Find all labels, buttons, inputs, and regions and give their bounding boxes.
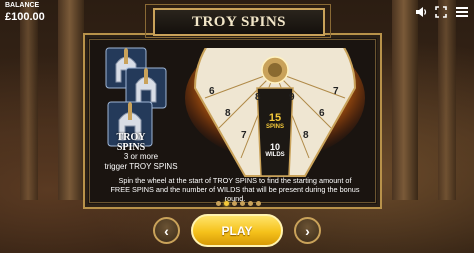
wilds-value: 10 [269,142,280,152]
title-bar: TROY SPINS [153,8,325,36]
wheel-segment-label: 6 [319,108,325,119]
pagination-dot-active[interactable] [224,201,229,206]
wheel-segment-label: 8 [225,108,231,119]
balance-value: £100.00 [5,11,45,23]
next-page-button[interactable]: › [294,217,321,244]
wheel-segment-label: 7 [333,86,339,97]
pagination-dot[interactable] [248,201,253,206]
speaker-icon[interactable] [414,5,428,19]
wheel-segment-label: 6 [209,86,215,97]
background-pillar [392,0,418,200]
spins-unit: SPINS [265,124,284,130]
balance-label: BALANCE [5,2,40,9]
spins-indicator: 15 SPINS [261,112,289,130]
pagination-dot[interactable] [232,201,237,206]
background-pillar [58,0,84,200]
wheel-segment-label: 9 [289,92,295,103]
background-pillar [438,0,456,200]
wheel-pointer-column [256,87,294,177]
troy-spins-symbol-label: TROY SPINS [116,132,146,153]
wilds-unit: WILDS [265,152,285,158]
pagination-dot[interactable] [256,201,261,206]
wheel-segment-label: 8 [255,92,261,103]
wilds-indicator: 10 WILDS [261,142,289,158]
wheel-segment-label: 8 [303,130,309,141]
trigger-caption: 3 or more trigger TROY SPINS [101,152,181,172]
description-line1: Spin the wheel at the start of TROY SPIN… [118,176,352,185]
background-pillar [20,0,38,200]
play-button[interactable]: PLAY [191,214,283,247]
previous-page-button[interactable]: ‹ [153,217,180,244]
menu-icon[interactable] [455,5,469,19]
description-text: Spin the wheel at the start of TROY SPIN… [100,176,370,203]
spins-value: 15 [268,112,282,124]
play-button-label: PLAY [221,223,253,238]
panel-title: TROY SPINS [191,13,287,30]
trigger-caption-line1: 3 or more [123,152,159,161]
pagination-dots [216,201,261,206]
bonus-wheel: 6 8 7 8 6 7 8 9 15 SPINS 10 WILDS [185,7,365,178]
wheel-segment-label: 7 [241,130,247,141]
fullscreen-icon[interactable] [434,5,448,19]
trigger-caption-line2: trigger TROY SPINS [104,162,178,171]
chevron-left-icon: ‹ [164,222,169,239]
chevron-right-icon: › [305,222,310,239]
pagination-dot[interactable] [240,201,245,206]
pagination-dot[interactable] [216,201,221,206]
